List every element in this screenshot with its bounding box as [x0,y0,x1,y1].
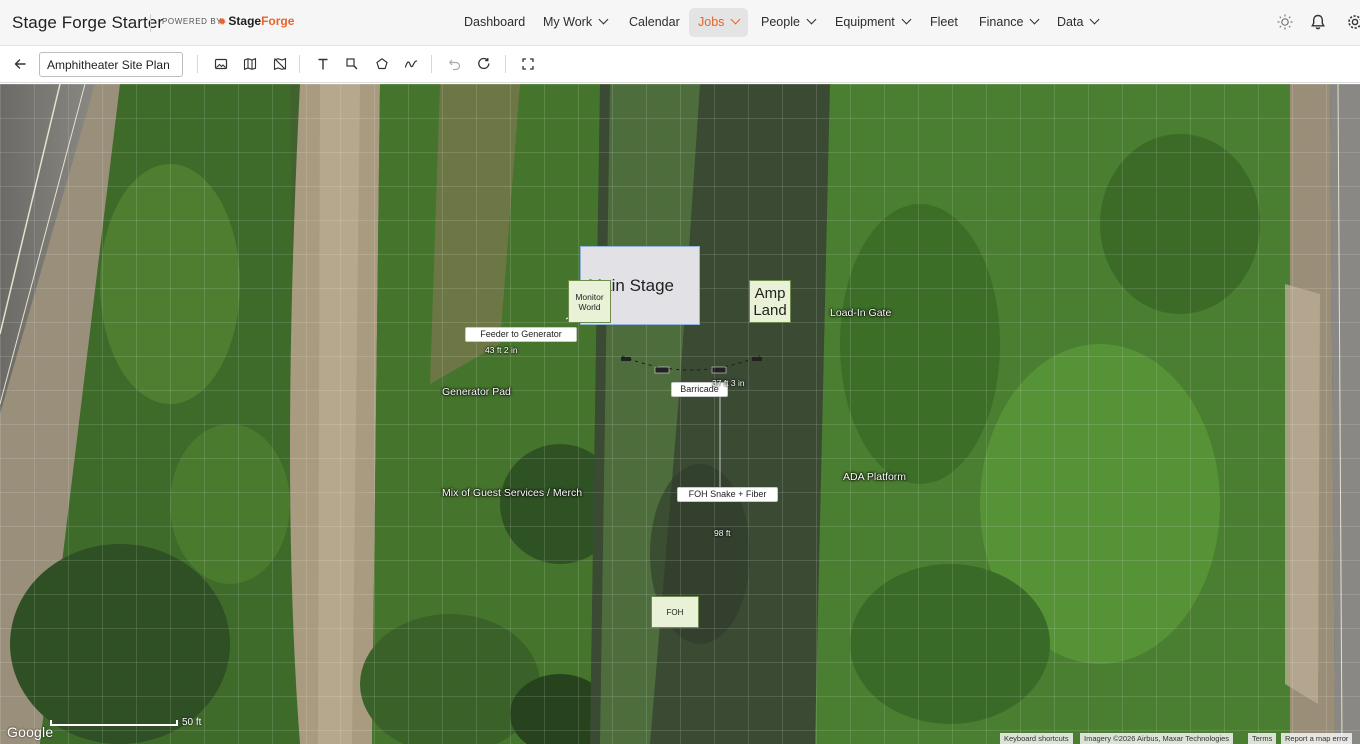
guest-services-label[interactable]: Mix of Guest Services / Merch [442,487,582,499]
chevron-down-icon [730,14,741,25]
app-title[interactable]: Stage Forge Starter [12,13,163,33]
nav-fleet[interactable]: Fleet [921,8,967,37]
text-tool-icon[interactable] [311,52,335,76]
monitor-world-zone[interactable]: Monitor World [568,280,611,323]
top-navigation-bar: Stage Forge Starter POWERED BY ✹ StageFor… [0,0,1360,46]
feeder-cable-tag[interactable]: Feeder to Generator [465,327,577,342]
report-map-error-link[interactable]: Report a map error [1281,733,1353,744]
snake-length-label: 98 ft [714,528,731,538]
map-icon[interactable] [238,52,262,76]
nav-my-work[interactable]: My Work [534,8,616,37]
image-icon[interactable] [209,52,233,76]
stageforge-logo: ✹ StageForge [218,14,295,28]
toolbar-divider [299,55,300,73]
redo-icon[interactable] [472,52,496,76]
toolbar-divider [197,55,198,73]
chevron-down-icon [806,14,817,25]
back-arrow-icon[interactable] [8,52,32,76]
nav-data[interactable]: Data [1048,8,1107,37]
nav-calendar[interactable]: Calendar [620,8,689,37]
chevron-down-icon [901,14,912,25]
google-logo: Google [7,724,54,740]
foh-zone[interactable]: FOH [651,596,699,628]
sun-icon[interactable] [1276,13,1294,31]
brand-divider [150,14,151,32]
terms-link[interactable]: Terms [1248,733,1277,744]
toolbar-divider [505,55,506,73]
chevron-down-icon [1030,14,1040,25]
satellite-imagery [0,84,1360,744]
fullscreen-icon[interactable] [516,52,540,76]
chevron-down-icon [1089,14,1100,25]
feeder-length-label: 43 ft 2 in [485,345,518,355]
plan-name-input[interactable] [39,52,183,77]
load-in-gate-label[interactable]: Load-In Gate [830,307,891,319]
barricade-length-label: 37 ft 3 in [712,378,745,388]
freehand-tool-icon[interactable] [399,52,423,76]
amp-land-zone[interactable]: Amp Land [749,280,791,323]
rectangle-tool-icon[interactable] [340,52,364,76]
generator-pad-label[interactable]: Generator Pad [442,386,511,398]
nav-dashboard[interactable]: Dashboard [455,8,534,37]
gear-icon[interactable] [1346,13,1360,31]
map-scale-bar [50,720,178,726]
nav-jobs[interactable]: Jobs [689,8,748,37]
stageforge-logo-mark-icon: ✹ [218,17,227,28]
chevron-down-icon [598,14,609,25]
map-scale-label: 50 ft [182,717,202,728]
nav-equipment[interactable]: Equipment [826,8,919,37]
nav-people[interactable]: People [752,8,824,37]
bell-icon[interactable] [1309,13,1327,31]
map-off-icon[interactable] [268,52,292,76]
polygon-tool-icon[interactable] [370,52,394,76]
powered-by-label: POWERED BY [162,17,223,26]
imagery-attribution: Imagery ©2026 Airbus, Maxar Technologies [1080,733,1234,744]
nav-finance[interactable]: Finance [970,8,1047,37]
keyboard-shortcuts-link[interactable]: Keyboard shortcuts [1000,733,1073,744]
site-plan-map[interactable]: Main Stage Monitor World Amp Land FOH Fe… [0,84,1360,744]
ada-platform-label[interactable]: ADA Platform [843,471,906,483]
toolbar-divider [431,55,432,73]
editor-toolbar [0,46,1360,83]
undo-icon[interactable] [443,52,467,76]
foh-snake-tag[interactable]: FOH Snake + Fiber [677,487,778,502]
